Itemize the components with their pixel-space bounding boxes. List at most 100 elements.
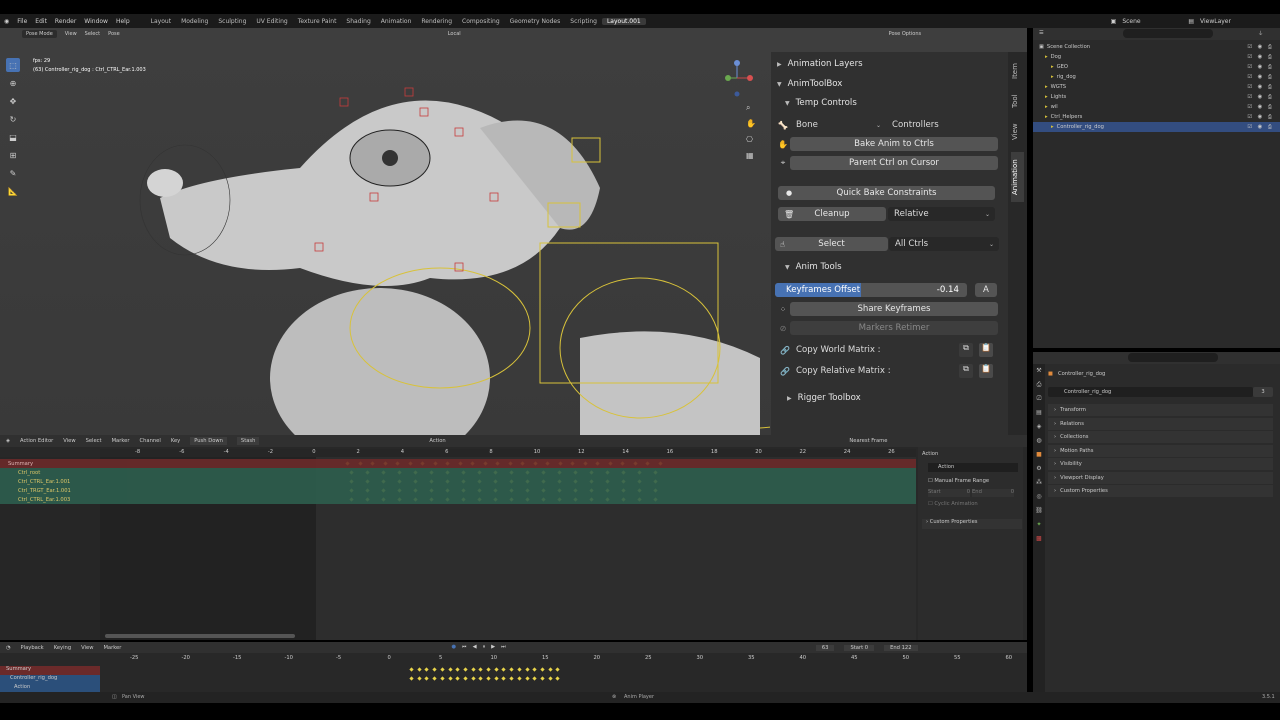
timeline-keyframe[interactable] xyxy=(409,676,414,681)
timeline-keyframe[interactable] xyxy=(486,667,491,672)
timeline-keyframe[interactable] xyxy=(494,676,499,681)
navigation-gizmo[interactable] xyxy=(722,58,758,98)
parent-ctrl-button[interactable]: Parent Ctrl on Cursor xyxy=(790,156,998,170)
expand-arrow-icon[interactable]: ▸ xyxy=(1051,74,1054,80)
expand-arrow-icon[interactable]: ▸ xyxy=(1045,84,1048,90)
timeline-keyframe[interactable] xyxy=(440,676,445,681)
timeline-keyframe[interactable] xyxy=(432,676,437,681)
record-icon[interactable]: ● xyxy=(451,644,456,651)
timeline-keyframe[interactable] xyxy=(509,667,514,672)
expand-arrow-icon[interactable]: ▸ xyxy=(1045,104,1048,110)
workspace-tab-sculpting[interactable]: Sculpting xyxy=(213,18,251,25)
ae-menu-channel[interactable]: Channel xyxy=(140,438,161,444)
outliner-row[interactable]: ▸ wil ☑ ◉ ⎙ xyxy=(1033,102,1280,112)
timeline-keyframe[interactable] xyxy=(540,667,545,672)
start-field[interactable]: Start 0 xyxy=(928,489,970,497)
timeline-keyframe[interactable] xyxy=(447,676,453,681)
tl-menu-marker[interactable]: Marker xyxy=(103,645,121,651)
bake-anim-button[interactable]: Bake Anim to Ctrls xyxy=(790,137,998,151)
timeline-keyframe[interactable] xyxy=(478,676,483,681)
scene-icon[interactable]: ◈ xyxy=(1033,420,1045,434)
timeline-keyframe[interactable] xyxy=(555,676,560,681)
modifier-icon[interactable]: ⚙ xyxy=(1033,462,1045,476)
expand-arrow-icon[interactable]: ▸ xyxy=(1051,64,1054,70)
render-icon[interactable]: ⎙ xyxy=(1033,378,1045,392)
jump-end-icon[interactable]: ⏭ xyxy=(501,644,506,651)
visibility-toggles-icon[interactable]: ☑ ◉ ⎙ xyxy=(1247,84,1280,91)
outliner-row[interactable]: ▸ rig_dog ☑ ◉ ⎙ xyxy=(1033,72,1280,82)
timeline-channel-row[interactable]: Controller_rig_dog xyxy=(0,675,100,684)
expand-arrow-icon[interactable]: ▸ xyxy=(1051,124,1054,130)
world-icon[interactable]: ◍ xyxy=(1033,434,1045,448)
channel-row[interactable]: Ctrl_CTRL_Ear.1.003 xyxy=(0,495,916,504)
visibility-toggles-icon[interactable]: ☑ ◉ ⎙ xyxy=(1247,94,1280,101)
visibility-toggles-icon[interactable]: ☑ ◉ ⎙ xyxy=(1247,74,1280,81)
tl-menu-view[interactable]: View xyxy=(81,645,93,651)
workspace-tab-uv-editing[interactable]: UV Editing xyxy=(251,18,292,25)
properties-section[interactable]: › Custom Properties xyxy=(1048,485,1273,497)
properties-search-input[interactable] xyxy=(1128,353,1218,362)
expand-arrow-icon[interactable]: ▸ xyxy=(1045,94,1048,100)
timeline-keyframe[interactable] xyxy=(470,667,476,672)
side-action-field[interactable]: Action xyxy=(928,463,1018,472)
bone-dropdown[interactable]: Bone ⌄ xyxy=(790,118,886,132)
zoom-icon[interactable]: ⌕ xyxy=(746,100,756,116)
view-layer-icon[interactable]: ▤ xyxy=(1033,406,1045,420)
outliner-row[interactable]: ▸ GEO ☑ ◉ ⎙ xyxy=(1033,62,1280,72)
push-down-button[interactable]: Push Down xyxy=(190,437,227,445)
current-frame-field[interactable]: 63 xyxy=(815,644,835,651)
object-name-field[interactable]: Controller_rig_dog xyxy=(1048,387,1253,397)
timeline-ruler[interactable]: -25 -20 -15 -10 -5 0 5 10 15 20 25 30 35 40 45 50 55 60 xyxy=(100,655,1027,663)
workspace-tab-texture-paint[interactable]: Texture Paint xyxy=(293,18,342,25)
timeline-keyframe[interactable] xyxy=(517,676,522,681)
particles-icon[interactable]: ⁂ xyxy=(1033,476,1045,490)
ae-menu-marker[interactable]: Marker xyxy=(112,438,130,444)
action-selector[interactable]: Action xyxy=(429,438,499,444)
timeline-channel-row[interactable]: Action xyxy=(0,684,100,692)
workspace-tab-layout[interactable]: Layout xyxy=(146,18,176,25)
timeline-keyframe[interactable] xyxy=(463,667,468,672)
snapping-selector[interactable]: Nearest Frame xyxy=(849,438,887,444)
pose-options[interactable]: Pose Options xyxy=(889,31,921,37)
data-icon[interactable]: ✦ xyxy=(1033,518,1045,532)
timeline-keyframe[interactable] xyxy=(517,667,522,672)
timeline-keyframe[interactable] xyxy=(440,667,445,672)
tl-menu-keying[interactable]: Keying xyxy=(54,645,71,651)
scene-icon[interactable]: ▣ xyxy=(1111,18,1117,25)
copy-icon[interactable]: ⧉ xyxy=(959,364,973,378)
visibility-toggles-icon[interactable]: ☑ ◉ ⎙ xyxy=(1247,114,1280,121)
workspace-tab-compositing[interactable]: Compositing xyxy=(457,18,505,25)
menu-window[interactable]: Window xyxy=(80,18,112,25)
tab-item[interactable]: Item xyxy=(1011,58,1024,84)
timeline-keyframe[interactable] xyxy=(524,676,530,681)
expand-arrow-icon[interactable]: ▸ xyxy=(1045,54,1048,60)
workspace-tab-shading[interactable]: Shading xyxy=(341,18,375,25)
outliner-editor-icon[interactable]: ☰ xyxy=(1039,30,1044,36)
markers-retimer-button[interactable]: Markers Retimer xyxy=(790,321,998,335)
collection-icon[interactable]: ▣ xyxy=(1039,44,1044,50)
temp-controls-header[interactable]: ▼ Temp Controls xyxy=(785,98,857,108)
channel-row[interactable]: Ctrl_CTRL_Ear.1.001 xyxy=(0,477,916,486)
timeline-keyframe[interactable] xyxy=(409,667,414,672)
visibility-toggles-icon[interactable]: ☑ ◉ ⎙ xyxy=(1247,44,1280,51)
view-layer-selector[interactable]: ViewLayer xyxy=(1200,18,1260,25)
timeline-editor-icon[interactable]: ◔ xyxy=(6,645,11,651)
outliner-row[interactable]: ▣ Scene Collection ☑ ◉ ⎙ xyxy=(1033,42,1280,52)
tl-menu-playback[interactable]: Playback xyxy=(21,645,44,651)
outliner-row[interactable]: ▸ Ctrl_Helpers ☑ ◉ ⎙ xyxy=(1033,112,1280,122)
select-ctrls-button[interactable]: ☝ Select xyxy=(775,237,888,251)
workspace-tab-layout-001[interactable]: Layout.001 xyxy=(601,17,646,25)
channel-row[interactable]: Ctrl_TRGT_Ear.1.001 xyxy=(0,486,916,495)
output-icon[interactable]: ⎚ xyxy=(1033,392,1045,406)
workspace-tab-geometry-nodes[interactable]: Geometry Nodes xyxy=(505,18,566,25)
filter-icon[interactable]: ⏚ xyxy=(1258,30,1263,37)
properties-section[interactable]: › Visibility xyxy=(1048,458,1273,470)
outliner-row[interactable]: ▸ Dog ☑ ◉ ⎙ xyxy=(1033,52,1280,62)
scene-selector[interactable]: Scene xyxy=(1122,18,1182,25)
menu-file[interactable]: File xyxy=(13,18,31,25)
timeline-keyframe[interactable] xyxy=(470,676,476,681)
timeline-keyframe[interactable] xyxy=(447,667,453,672)
timeline-keyframe[interactable] xyxy=(501,676,507,681)
material-icon[interactable]: ▩ xyxy=(1033,532,1045,546)
all-ctrls-dropdown[interactable]: All Ctrls ⌄ xyxy=(889,237,999,251)
